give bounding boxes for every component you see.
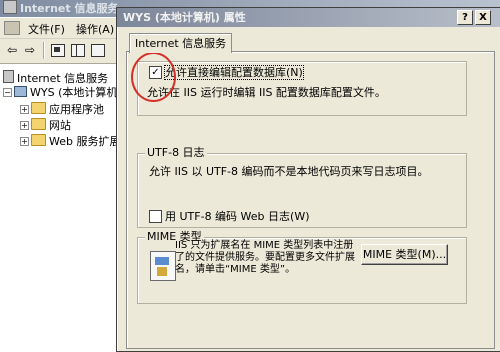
console-icon[interactable] bbox=[4, 21, 20, 35]
direct-edit-checkbox-label[interactable]: 允许直接编辑配置数据库(N) bbox=[164, 65, 304, 80]
utf8-log-group-title: UTF-8 日志 bbox=[145, 146, 207, 159]
menu-action[interactable]: 操作(A) bbox=[74, 20, 116, 38]
collapse-icon[interactable]: − bbox=[3, 88, 12, 97]
expand-icon[interactable]: + bbox=[20, 137, 29, 146]
up-level-icon[interactable] bbox=[50, 42, 66, 58]
tree-item-label: Web 服务扩展 bbox=[49, 135, 121, 148]
help-button[interactable]: ? bbox=[457, 10, 473, 25]
forward-arrow-icon[interactable]: ⇨ bbox=[22, 42, 38, 58]
mime-types-icon bbox=[150, 251, 176, 281]
utf8-log-checkbox[interactable] bbox=[149, 210, 162, 223]
tree-root-label: Internet 信息服务 bbox=[17, 72, 109, 85]
tree-root[interactable]: Internet 信息服务 bbox=[3, 70, 108, 86]
tree-item-label: 应用程序池 bbox=[49, 103, 104, 116]
expand-icon[interactable]: + bbox=[20, 105, 29, 114]
tree-item-app-pools[interactable]: + 应用程序池 bbox=[20, 102, 104, 117]
tree-computer-label: WYS (本地计算机) bbox=[30, 86, 122, 99]
mime-types-button[interactable]: MIME 类型(M)... bbox=[361, 244, 448, 265]
properties-icon[interactable] bbox=[90, 42, 106, 58]
direct-edit-description: 允许在 IIS 运行时编辑 IIS 配置数据库配置文件。 bbox=[147, 86, 386, 99]
dialog-title: WYS (本地计算机) 属性 bbox=[123, 11, 246, 24]
direct-edit-checkbox[interactable]: ✓ bbox=[149, 66, 162, 79]
folder-icon bbox=[31, 134, 46, 146]
mime-types-description: IIS 只为扩展名在 MIME 类型列表中注册了的文件提供服务。要配置更多文件扩… bbox=[175, 240, 355, 275]
dialog-title-bar[interactable]: WYS (本地计算机) 属性 ? X bbox=[117, 8, 500, 27]
tree-item-web-service-extensions[interactable]: + Web 服务扩展 bbox=[20, 134, 120, 149]
toolbar-separator bbox=[43, 42, 45, 59]
utf8-log-description: 允许 IIS 以 UTF-8 编码而不是本地代码页来写日志项目。 bbox=[149, 165, 429, 178]
utf8-log-checkbox-label[interactable]: 用 UTF-8 编码 Web 日志(W) bbox=[165, 210, 310, 223]
folder-icon bbox=[31, 118, 46, 130]
background-window-title: Internet 信息服务 bbox=[20, 2, 119, 15]
tree-computer-node[interactable]: − WYS (本地计算机) bbox=[3, 86, 122, 100]
tree-item-websites[interactable]: + 网站 bbox=[20, 118, 71, 133]
back-arrow-icon[interactable]: ⇦ bbox=[4, 42, 20, 58]
iis-manager-icon bbox=[3, 0, 17, 14]
show-hide-tree-icon[interactable] bbox=[70, 42, 86, 58]
tree-item-label: 网站 bbox=[49, 119, 71, 132]
tab-internet-information-services[interactable]: Internet 信息服务 bbox=[129, 33, 233, 53]
expand-icon[interactable]: + bbox=[20, 121, 29, 130]
tree-pane: Internet 信息服务 − WYS (本地计算机) + 应用程序池 + 网站 + W… bbox=[0, 64, 127, 350]
computer-icon bbox=[14, 86, 27, 97]
folder-icon bbox=[31, 102, 46, 114]
properties-dialog: WYS (本地计算机) 属性 ? X Internet 信息服务 ✓ 允许直接编… bbox=[116, 7, 500, 352]
iis-root-icon bbox=[3, 70, 14, 83]
menu-file[interactable]: 文件(F) bbox=[26, 20, 67, 38]
close-button[interactable]: X bbox=[475, 10, 491, 25]
